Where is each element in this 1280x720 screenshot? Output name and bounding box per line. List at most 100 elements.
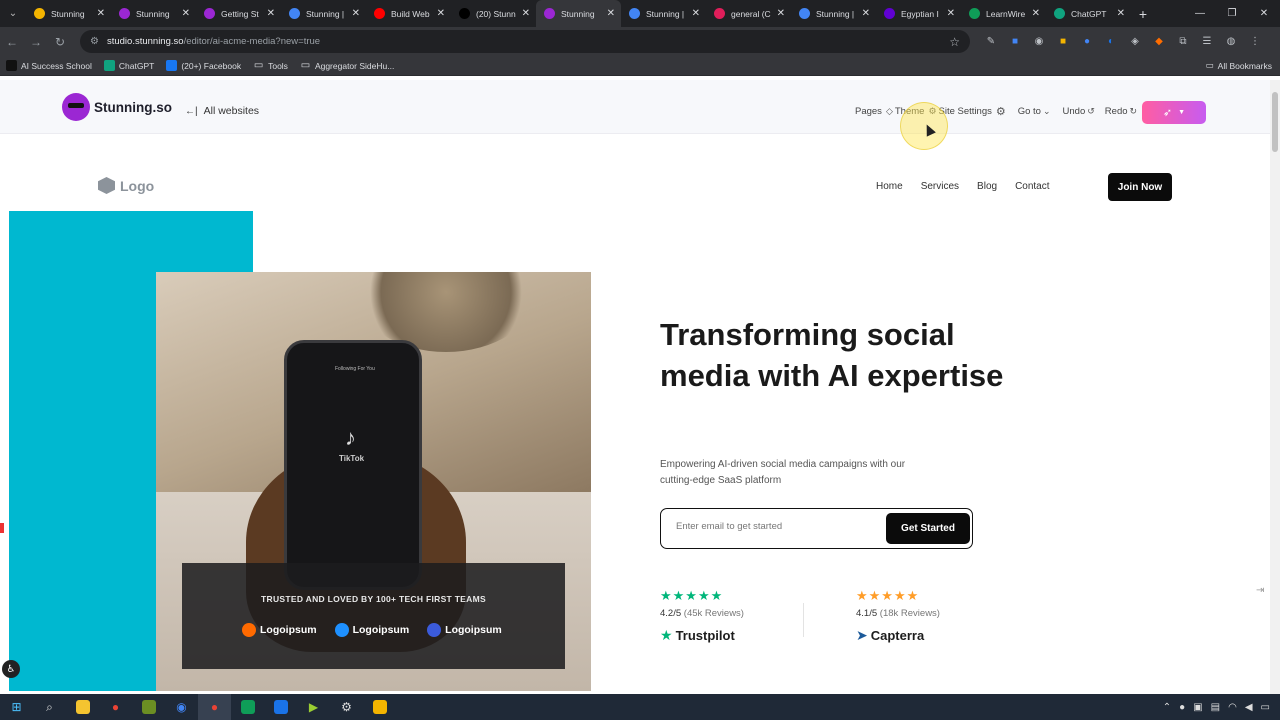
volume-icon[interactable]: ◀ [1245, 702, 1253, 713]
browser-tab[interactable]: general (C ✕ [706, 0, 791, 27]
app-icon[interactable] [132, 694, 165, 720]
bookmark-item[interactable]: AI Success School [6, 60, 92, 71]
site-logo[interactable]: Logo [98, 177, 154, 194]
tab-close-icon[interactable]: ✕ [777, 8, 785, 19]
bookmark-star-icon[interactable]: ☆ [949, 35, 960, 49]
media-player-icon[interactable]: ▶ [297, 694, 330, 720]
tab-close-icon[interactable]: ✕ [97, 8, 105, 19]
notifications-icon[interactable]: ▭ [1261, 702, 1270, 713]
extension-icon[interactable]: ◐ [1102, 33, 1120, 51]
redo-icon: ↻ [1129, 106, 1138, 116]
collapse-icon[interactable]: ⇥ [1256, 585, 1264, 596]
windows-start-icon[interactable]: ⊞ [0, 694, 33, 720]
browser-tab[interactable]: ChatGPT ✕ [1046, 0, 1131, 27]
browser-tab[interactable]: Build Web ✕ [366, 0, 451, 27]
bookmark-item[interactable]: (20+) Facebook [166, 60, 241, 71]
forward-icon[interactable]: → [24, 35, 48, 49]
browser-tab[interactable]: Stunning | ✕ [281, 0, 366, 27]
join-now-button[interactable]: Join Now [1108, 173, 1172, 201]
browser-tab[interactable]: (20) Stunn ✕ [451, 0, 536, 27]
accessibility-icon[interactable]: ♿ [2, 660, 20, 678]
site-nav-home[interactable]: Home [876, 181, 903, 192]
extension-icon[interactable]: ● [1078, 33, 1096, 51]
bookmark-item[interactable]: ▭ Tools [253, 60, 288, 71]
undo-button[interactable]: Undo ↺ [1063, 106, 1097, 117]
tab-favicon-icon [544, 8, 555, 19]
settings-icon[interactable]: ⚙ [330, 694, 363, 720]
extension-icon[interactable]: ■ [1006, 33, 1024, 51]
bookmark-item[interactable]: ▭ Aggregator SideHu... [300, 60, 395, 71]
camera-icon[interactable]: ▣ [1193, 702, 1202, 713]
search-icon[interactable]: ⌕ [33, 694, 66, 720]
all-bookmarks[interactable]: ▭ All Bookmarks [1206, 60, 1272, 71]
tab-close-icon[interactable]: ✕ [607, 8, 615, 19]
rating-stars: ★★★★★ [660, 588, 724, 603]
browser-tab[interactable]: LearnWire ✕ [961, 0, 1046, 27]
site-nav-services[interactable]: Services [921, 181, 959, 192]
tab-close-icon[interactable]: ✕ [352, 8, 360, 19]
chrome-active-icon[interactable]: ● [198, 694, 231, 720]
wifi-icon[interactable]: ◠ [1228, 702, 1237, 713]
tab-close-icon[interactable]: ✕ [862, 8, 870, 19]
minimize-icon[interactable]: — [1184, 0, 1216, 27]
site-info-icon[interactable]: ⚙ [90, 36, 99, 47]
browser-tab[interactable]: Stunning ✕ [111, 0, 196, 27]
file-explorer-icon[interactable] [66, 694, 99, 720]
review-brand-name: Trustpilot [675, 628, 735, 643]
tab-label: Stunning [51, 8, 85, 19]
folder-icon: ▭ [300, 60, 311, 71]
brand[interactable]: Stunning.so [62, 93, 172, 121]
app-icon[interactable] [264, 694, 297, 720]
maximize-icon[interactable]: ❐ [1216, 0, 1248, 27]
browser-tab[interactable]: Stunning | ✕ [621, 0, 706, 27]
app-icon[interactable] [231, 694, 264, 720]
back-icon[interactable]: ← [0, 35, 24, 49]
redo-button[interactable]: Redo ↻ [1105, 106, 1139, 117]
publish-button[interactable]: ➶ ▼ [1142, 101, 1206, 124]
extension-icon[interactable]: ◉ [1030, 33, 1048, 51]
chevron-up-icon[interactable]: ⌃ [1163, 702, 1171, 713]
system-tray: ⌃ ● ▣ ▤ ◠ ◀ ▭ [1163, 694, 1270, 720]
profile-avatar[interactable]: ◍ [1222, 33, 1240, 51]
tab-close-icon[interactable]: ✕ [437, 8, 445, 19]
tab-close-icon[interactable]: ✕ [522, 8, 530, 19]
pages-menu[interactable]: Pages [855, 106, 882, 117]
all-websites-link[interactable]: ←| All websites [185, 105, 259, 117]
new-tab-button[interactable]: + [1131, 6, 1155, 22]
get-started-button[interactable]: Get Started [886, 513, 970, 544]
browser-tab[interactable]: Stunning | ✕ [791, 0, 876, 27]
browser-tab[interactable]: Egyptian I ✕ [876, 0, 961, 27]
address-bar[interactable]: ⚙ studio.stunning.so/editor/ai-acme-medi… [80, 30, 970, 53]
tab-close-icon[interactable]: ✕ [1117, 8, 1125, 19]
tab-close-icon[interactable]: ✕ [1032, 8, 1040, 19]
app-icon[interactable]: ◉ [165, 694, 198, 720]
extensions-puzzle-icon[interactable]: ⧉ [1174, 33, 1192, 51]
extension-icon[interactable]: ■ [1054, 33, 1072, 51]
close-window-icon[interactable]: ✕ [1248, 0, 1280, 27]
editor-toolbar: Stunning.so ←| All websites Pages ◇ Theme… [0, 80, 1270, 134]
app-icon[interactable] [363, 694, 396, 720]
bookmark-item[interactable]: ChatGPT [103, 60, 154, 71]
extension-icon[interactable]: ◆ [1150, 33, 1168, 51]
reading-list-icon[interactable]: ☰ [1198, 33, 1216, 51]
tab-close-icon[interactable]: ✕ [267, 8, 275, 19]
browser-tab[interactable]: Stunning ✕ [536, 0, 621, 27]
drive-icon[interactable]: ▤ [1211, 702, 1220, 713]
extension-icon[interactable]: ◈ [1126, 33, 1144, 51]
go-to-menu[interactable]: Go to ⌄ [1018, 106, 1053, 117]
tab-search-icon[interactable]: ⌄ [0, 0, 26, 27]
extension-icon[interactable]: ✎ [982, 33, 1000, 51]
browser-menu-icon[interactable]: ⋮ [1246, 33, 1264, 51]
site-nav-blog[interactable]: Blog [977, 181, 997, 192]
tab-close-icon[interactable]: ✕ [182, 8, 190, 19]
chrome-icon[interactable]: ● [99, 694, 132, 720]
browser-tab[interactable]: Getting St ✕ [196, 0, 281, 27]
browser-tab[interactable]: Stunning ✕ [26, 0, 111, 27]
site-nav-contact[interactable]: Contact [1015, 181, 1049, 192]
email-input[interactable] [676, 521, 876, 532]
tab-close-icon[interactable]: ✕ [692, 8, 700, 19]
page-scrollbar[interactable] [1270, 80, 1280, 694]
reload-icon[interactable]: ↻ [48, 35, 72, 49]
microphone-icon[interactable]: ● [1179, 702, 1185, 713]
tab-close-icon[interactable]: ✕ [947, 8, 955, 19]
